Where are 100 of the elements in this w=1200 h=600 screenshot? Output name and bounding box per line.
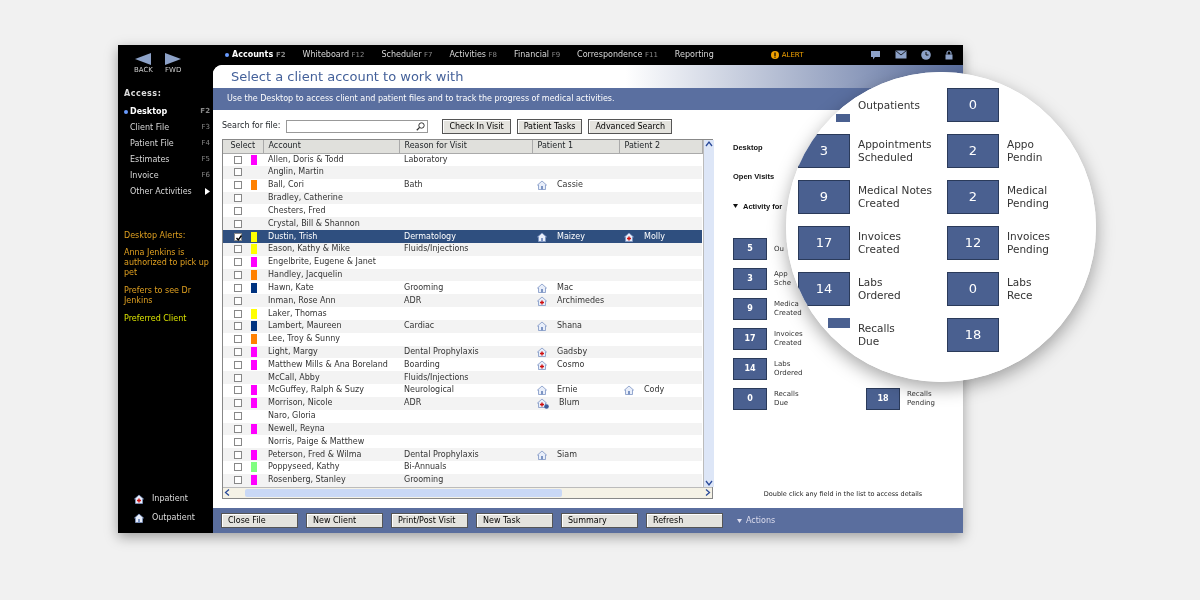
table-row[interactable]: Matthew Mills & Ana Boreland Boarding Cosmo	[223, 358, 702, 372]
checkbox[interactable]	[234, 181, 242, 190]
count-tile[interactable]: 2	[947, 180, 999, 214]
table-row[interactable]: Morrison, Nicole ADR Blum	[223, 396, 702, 410]
checkbox[interactable]	[234, 335, 242, 344]
horizontal-scrollbar[interactable]	[223, 487, 712, 498]
table-row[interactable]: Hawn, Kate Grooming Mac	[223, 281, 702, 295]
checkbox[interactable]	[234, 168, 242, 177]
checkbox[interactable]	[234, 476, 242, 485]
count-tile[interactable]: 0	[733, 387, 767, 410]
count-tile[interactable]: 17	[733, 327, 767, 350]
table-row[interactable]: Engelbrite, Eugene & Janet	[223, 255, 702, 269]
column-header[interactable]: Account	[263, 140, 399, 154]
action-button[interactable]: Summary	[561, 513, 638, 528]
table-row[interactable]: Dustin, Trish Dermatology Maizey Molly	[223, 230, 702, 243]
table-row[interactable]: Naro, Gloria	[223, 409, 702, 423]
count-tile[interactable]: 9	[798, 180, 850, 214]
patient-name: Ernie	[557, 384, 578, 397]
checkbox[interactable]	[234, 232, 242, 241]
action-button[interactable]: New Client	[306, 513, 383, 528]
checkbox[interactable]	[234, 245, 242, 254]
checkbox[interactable]	[234, 348, 242, 356]
column-header[interactable]: Reason for Visit	[399, 140, 532, 154]
count-tile[interactable]: 12	[947, 226, 999, 260]
checkbox[interactable]	[234, 386, 242, 395]
checkbox[interactable]	[234, 309, 242, 318]
clock-icon[interactable]	[921, 50, 931, 60]
checkbox[interactable]	[234, 206, 242, 215]
count-tile[interactable]: 2	[947, 134, 999, 168]
table-row[interactable]: Lee, Troy & Sunny	[223, 332, 702, 346]
table-row[interactable]: Crystal, Bill & Shannon	[223, 217, 702, 231]
checkbox[interactable]	[234, 450, 242, 459]
mail-icon[interactable]	[895, 50, 907, 59]
checkbox[interactable]	[234, 437, 242, 446]
count-tile[interactable]: 18	[866, 387, 900, 410]
count-tile[interactable]: 14	[733, 357, 767, 380]
chat-icon[interactable]	[870, 50, 881, 60]
toolbar-button[interactable]: Patient Tasks	[516, 118, 583, 134]
checkbox[interactable]	[234, 283, 242, 292]
action-button[interactable]: Close File	[221, 513, 298, 528]
lock-icon[interactable]	[945, 50, 953, 60]
count-tile[interactable]: 3	[733, 267, 767, 290]
count-tile[interactable]: 0	[947, 88, 999, 122]
toolbar-button[interactable]: Check In Visit	[442, 118, 511, 134]
column-header[interactable]: Patient 2	[619, 140, 702, 154]
menu-item[interactable]: Reporting	[674, 49, 714, 61]
table-row[interactable]: Poppyseed, Kathy Bi-Annuals	[223, 461, 702, 474]
back-arrow-icon	[135, 53, 152, 65]
table-row[interactable]: Peterson, Fred & Wilma Dental Prophylaxis Siam	[223, 448, 702, 462]
column-header[interactable]: Patient 1	[532, 140, 619, 154]
checkbox[interactable]	[234, 194, 242, 203]
count-tile[interactable]: 9	[733, 297, 767, 320]
action-button[interactable]: Print/Post Visit	[391, 513, 468, 528]
table-row[interactable]: McGuffey, Ralph & Suzy Neurological Ernie Cody	[223, 384, 702, 397]
table-row[interactable]: Eason, Kathy & Mike Fluids/Injections	[223, 242, 702, 256]
count-tile[interactable]	[828, 318, 850, 328]
count-tile[interactable]: 5	[733, 237, 767, 260]
table-row[interactable]: Chesters, Fred	[223, 204, 702, 218]
column-header[interactable]: Select	[223, 140, 263, 154]
patient-name: Siam	[557, 448, 577, 461]
check-icon	[235, 233, 243, 242]
checkbox[interactable]	[234, 322, 242, 331]
action-button[interactable]: Refresh	[646, 513, 723, 528]
table-row[interactable]: Allen, Doris & Todd Laboratory	[223, 153, 702, 166]
table-row[interactable]: McCall, Abby Fluids/Injections	[223, 371, 702, 385]
count-tile[interactable]: 17	[798, 226, 850, 260]
table-row[interactable]: Laker, Thomas	[223, 307, 702, 320]
count-tile[interactable]: 14	[798, 272, 850, 306]
table-row[interactable]: Bradley, Catherine	[223, 191, 702, 205]
checkbox[interactable]	[234, 219, 242, 228]
checkbox[interactable]	[234, 271, 242, 279]
table-row[interactable]: Newell, Reyna	[223, 422, 702, 436]
action-button[interactable]: New Task	[476, 513, 553, 528]
count-tile[interactable]: 0	[947, 272, 999, 306]
checkbox[interactable]	[234, 424, 242, 433]
table-row[interactable]: Anglin, Martin	[223, 166, 702, 179]
count-tile[interactable]: 18	[947, 318, 999, 352]
table-row[interactable]: Handley, Jacquelin	[223, 268, 702, 282]
table-row[interactable]: Rosenberg, Stanley Grooming	[223, 473, 702, 487]
toolbar-button[interactable]: Advanced Search	[588, 118, 672, 134]
checkbox[interactable]	[234, 399, 242, 408]
table-row[interactable]: Light, Margy Dental Prophylaxis Gadsby	[223, 345, 702, 359]
checkbox[interactable]	[234, 412, 242, 421]
table-row[interactable]: Lambert, Maureen Cardiac Shana	[223, 319, 702, 333]
tile-label: Appointments Scheduled	[858, 138, 932, 164]
table-row[interactable]: Ball, Cori Bath Cassie	[223, 178, 702, 192]
count-tile[interactable]	[836, 114, 850, 122]
account-name: Ball, Cori	[268, 180, 304, 190]
checkbox[interactable]	[234, 360, 242, 369]
search-field[interactable]	[286, 119, 429, 133]
actions-menu[interactable]: Actions	[737, 514, 776, 527]
table-row[interactable]: Norris, Paige & Matthew	[223, 435, 702, 449]
checkbox[interactable]	[234, 258, 242, 267]
checkbox[interactable]	[234, 463, 242, 472]
visit-reason: Dental Prophylaxis	[404, 347, 479, 356]
checkbox[interactable]	[234, 296, 242, 305]
checkbox[interactable]	[234, 373, 242, 382]
sidebar-item[interactable]: Other Activities	[124, 183, 212, 200]
checkbox[interactable]	[234, 155, 242, 164]
table-row[interactable]: Inman, Rose Ann ADR Archimedes	[223, 294, 702, 308]
